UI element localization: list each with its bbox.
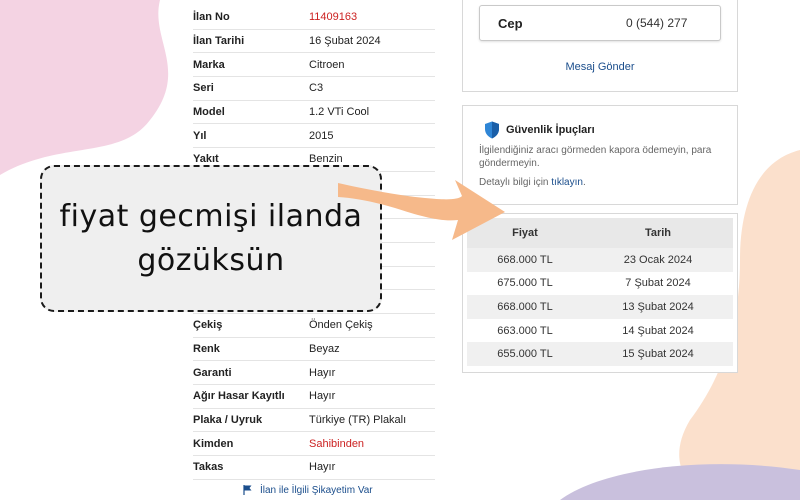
annotation-arrow (338, 180, 505, 240)
